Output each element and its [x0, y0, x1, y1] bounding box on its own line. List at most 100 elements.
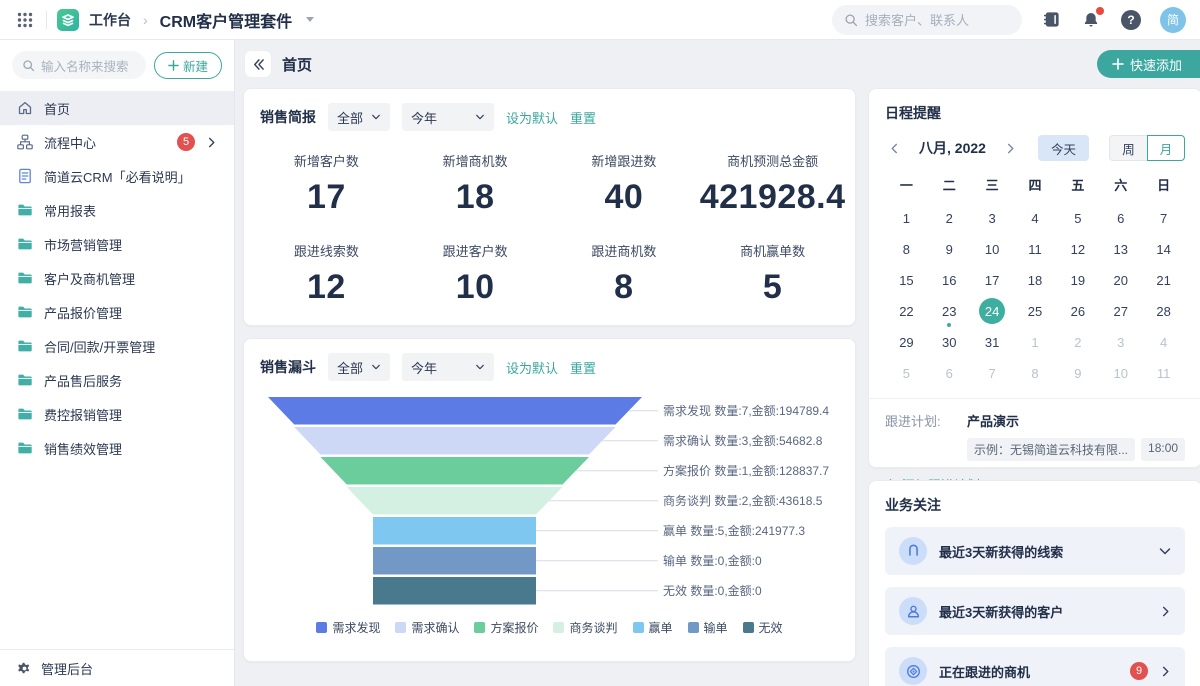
calendar-day[interactable]: 6 [928, 360, 971, 386]
sidebar-item-performance[interactable]: 销售绩效管理 [0, 431, 234, 465]
legend-item[interactable]: 需求发现 [316, 619, 380, 636]
calendar-day[interactable]: 11 [1014, 236, 1057, 262]
calendar-day[interactable]: 20 [1099, 267, 1142, 293]
legend-item[interactable]: 输单 [688, 619, 728, 636]
calendar-day[interactable]: 17 [971, 267, 1014, 293]
collapse-sidebar-icon[interactable] [245, 51, 271, 77]
calendar-day[interactable]: 31 [971, 329, 1014, 355]
calendar-day[interactable]: 8 [1014, 360, 1057, 386]
calendar-day[interactable]: 2 [928, 205, 971, 231]
sales-funnel-period-select[interactable]: 今年 [402, 353, 494, 381]
legend-swatch [688, 622, 699, 633]
admin-backend-button[interactable]: 管理后台 [0, 649, 234, 686]
legend-item[interactable]: 方案报价 [474, 619, 538, 636]
calendar-day[interactable]: 7 [1142, 205, 1185, 231]
calendar-day[interactable]: 23 [928, 298, 971, 324]
notifications-bell-icon[interactable] [1080, 9, 1102, 31]
calendar-day[interactable]: 28 [1142, 298, 1185, 324]
calendar-day[interactable]: 1 [885, 205, 928, 231]
sidebar-item-after-sales[interactable]: 产品售后服务 [0, 363, 234, 397]
calendar-day[interactable]: 30 [928, 329, 971, 355]
app-title[interactable]: CRM客户管理套件 [160, 8, 292, 32]
calendar-day[interactable]: 26 [1056, 298, 1099, 324]
sidebar-item-product-quote[interactable]: 产品报价管理 [0, 295, 234, 329]
sidebar-search-placeholder: 输入名称来搜索 [41, 56, 129, 75]
calendar-day[interactable]: 5 [1056, 205, 1099, 231]
calendar-day[interactable]: 1 [1014, 329, 1057, 355]
calendar-day[interactable]: 19 [1056, 267, 1099, 293]
quick-add-button[interactable]: 快速添加 [1097, 50, 1200, 78]
calendar-day[interactable]: 5 [885, 360, 928, 386]
calendar-day[interactable]: 10 [971, 236, 1014, 262]
sidebar-item-crm-guide[interactable]: 简道云CRM「必看说明」 [0, 159, 234, 193]
plan-company-pill[interactable]: 示例：无锡简道云科技有限... [967, 438, 1135, 461]
stat-label: 跟进商机数 [550, 241, 699, 260]
calendar-day[interactable]: 10 [1099, 360, 1142, 386]
legend-item[interactable]: 赢单 [633, 619, 673, 636]
legend-swatch [395, 622, 406, 633]
calendar-day[interactable]: 21 [1142, 267, 1185, 293]
global-search-input[interactable]: 搜索客户、联系人 [832, 5, 1022, 35]
sidebar-item-home[interactable]: 首页 [0, 91, 234, 125]
sidebar-item-process-center[interactable]: 流程中心5 [0, 125, 234, 159]
calendar-day[interactable]: 9 [928, 236, 971, 262]
week-toggle-button[interactable]: 周 [1109, 135, 1147, 161]
sidebar-item-expense[interactable]: 费控报销管理 [0, 397, 234, 431]
calendar-day[interactable]: 12 [1056, 236, 1099, 262]
sidebar-item-common-reports[interactable]: 常用报表 [0, 193, 234, 227]
legend-item[interactable]: 需求确认 [395, 619, 459, 636]
sales-funnel-set-default-link[interactable]: 设为默认 [506, 358, 558, 377]
workspace-label[interactable]: 工作台 [89, 10, 131, 30]
calendar-prev-icon[interactable] [885, 139, 903, 157]
legend-swatch [474, 622, 485, 633]
calendar-day[interactable]: 16 [928, 267, 971, 293]
sidebar-item-customer-opportunity[interactable]: 客户及商机管理 [0, 261, 234, 295]
app-grid-icon[interactable] [14, 9, 36, 31]
calendar-day[interactable]: 6 [1099, 205, 1142, 231]
calendar-day[interactable]: 11 [1142, 360, 1185, 386]
calendar-day[interactable]: 2 [1056, 329, 1099, 355]
focus-item-new-customers[interactable]: 最近3天新获得的客户 [885, 587, 1185, 635]
legend-item[interactable]: 商务谈判 [553, 619, 617, 636]
sales-brief-period-select[interactable]: 今年 [402, 103, 494, 131]
weekday-header: 五 [1056, 175, 1099, 200]
legend-swatch [316, 622, 327, 633]
calendar-day[interactable]: 4 [1014, 205, 1057, 231]
calendar-day[interactable]: 9 [1056, 360, 1099, 386]
calendar-day[interactable]: 15 [885, 267, 928, 293]
legend-item[interactable]: 无效 [743, 619, 783, 636]
calendar-day[interactable]: 24 [971, 298, 1014, 324]
app-title-caret-icon[interactable] [306, 17, 314, 22]
sales-brief-scope-select[interactable]: 全部 [328, 103, 390, 131]
sidebar-item-contract-invoice[interactable]: 合同/回款/开票管理 [0, 329, 234, 363]
focus-item-new-leads[interactable]: 最近3天新获得的线索 [885, 527, 1185, 575]
calendar-day[interactable]: 7 [971, 360, 1014, 386]
sidebar-item-marketing[interactable]: 市场营销管理 [0, 227, 234, 261]
calendar-day[interactable]: 3 [971, 205, 1014, 231]
user-avatar[interactable]: 简 [1160, 7, 1186, 33]
month-toggle-button[interactable]: 月 [1147, 135, 1185, 161]
help-icon[interactable]: ? [1120, 9, 1142, 31]
calendar-day[interactable]: 29 [885, 329, 928, 355]
calendar-day[interactable]: 13 [1099, 236, 1142, 262]
calendar-day[interactable]: 3 [1099, 329, 1142, 355]
calendar-next-icon[interactable] [1002, 139, 1020, 157]
focus-item-following-opportunities[interactable]: 正在跟进的商机9 [885, 647, 1185, 686]
create-new-button[interactable]: 新建 [154, 52, 222, 79]
address-book-icon[interactable] [1040, 9, 1062, 31]
sidebar-search-input[interactable]: 输入名称来搜索 [12, 51, 146, 79]
calendar-day[interactable]: 4 [1142, 329, 1185, 355]
today-button[interactable]: 今天 [1038, 135, 1089, 161]
calendar-day[interactable]: 27 [1099, 298, 1142, 324]
jiandaoyun-logo-icon[interactable] [57, 9, 79, 31]
sales-brief-reset-link[interactable]: 重置 [570, 108, 596, 127]
calendar-day[interactable]: 18 [1014, 267, 1057, 293]
calendar-day[interactable]: 14 [1142, 236, 1185, 262]
calendar-day[interactable]: 25 [1014, 298, 1057, 324]
calendar-day[interactable]: 8 [885, 236, 928, 262]
sales-brief-set-default-link[interactable]: 设为默认 [506, 108, 558, 127]
plan-title[interactable]: 产品演示 [967, 411, 1185, 430]
sales-funnel-scope-select[interactable]: 全部 [328, 353, 390, 381]
calendar-day[interactable]: 22 [885, 298, 928, 324]
sales-funnel-reset-link[interactable]: 重置 [570, 358, 596, 377]
